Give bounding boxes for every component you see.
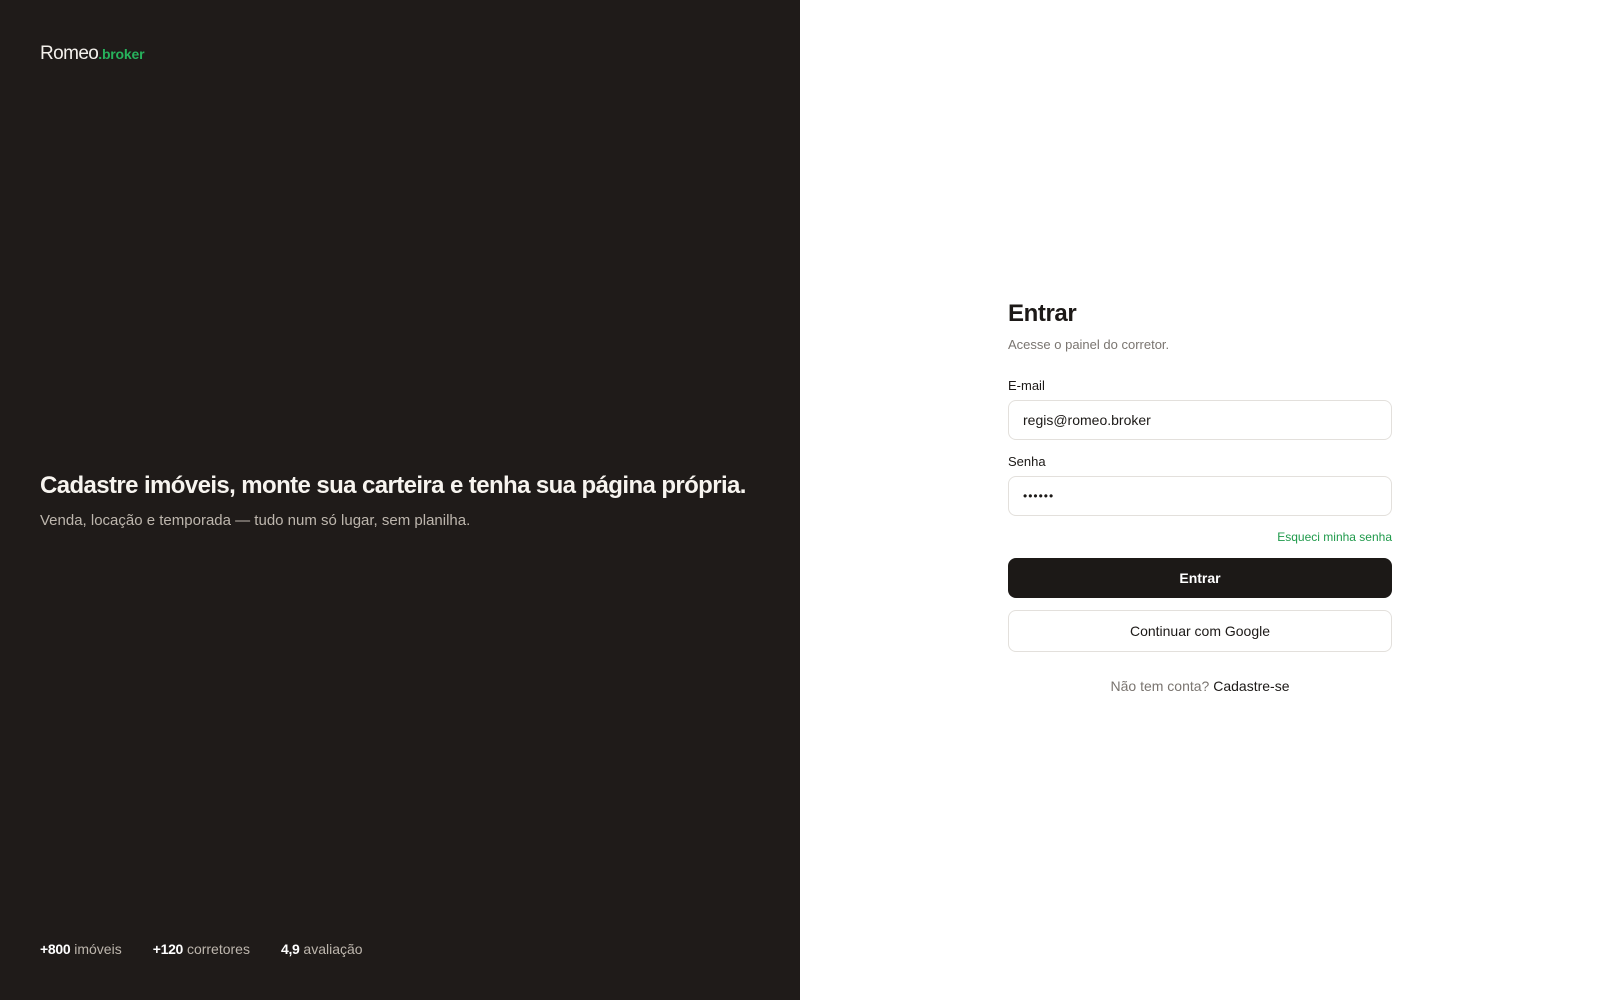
login-title: Entrar — [1008, 300, 1077, 327]
email-label: E-mail — [1008, 378, 1045, 393]
google-login-button[interactable]: Continuar com Google — [1008, 610, 1392, 652]
stat-imoveis: +800 imóveis — [40, 941, 122, 957]
stat-corretores: +120 corretores — [153, 941, 250, 957]
password-field[interactable] — [1008, 476, 1392, 516]
stat-avaliacao: 4,9 avaliação — [281, 941, 363, 957]
signup-link[interactable]: Cadastre-se — [1213, 678, 1289, 694]
stats-row: +800 imóveis +120 corretores 4,9 avaliaç… — [40, 941, 363, 957]
brand-panel: Romeo.broker Cadastre imóveis, monte sua… — [0, 0, 800, 1000]
logo-suffix: .broker — [98, 46, 145, 62]
forgot-row: Esqueci minha senha — [1008, 528, 1392, 546]
hero-subtitle: Venda, locação e temporada — tudo num só… — [40, 512, 471, 529]
signup-row: Não tem conta? Cadastre-se — [1008, 678, 1392, 694]
stat-label: imóveis — [74, 941, 122, 957]
stat-value: 4,9 — [280, 941, 300, 957]
hero: Cadastre imóveis, monte sua carteira e t… — [40, 470, 780, 529]
login-form: Entrar Acesse o painel do corretor. E-ma… — [1008, 300, 1392, 694]
stat-label: corretores — [186, 941, 250, 957]
login-button[interactable]: Entrar — [1008, 558, 1392, 598]
login-subtitle: Acesse o painel do corretor. — [1008, 337, 1170, 352]
logo-name: Romeo — [40, 43, 99, 64]
login-panel: Entrar Acesse o painel do corretor. E-ma… — [800, 0, 1600, 1000]
email-field[interactable] — [1008, 400, 1392, 440]
forgot-password-link[interactable]: Esqueci minha senha — [1277, 530, 1392, 544]
hero-title: Cadastre imóveis, monte sua carteira e t… — [40, 472, 746, 499]
stat-value: +800 — [40, 941, 71, 957]
password-label: Senha — [1008, 454, 1046, 469]
stat-value: +120 — [152, 941, 184, 957]
stat-label: avaliação — [303, 941, 363, 957]
signup-prompt: Não tem conta? — [1110, 678, 1210, 694]
logo[interactable]: Romeo.broker — [40, 43, 145, 65]
